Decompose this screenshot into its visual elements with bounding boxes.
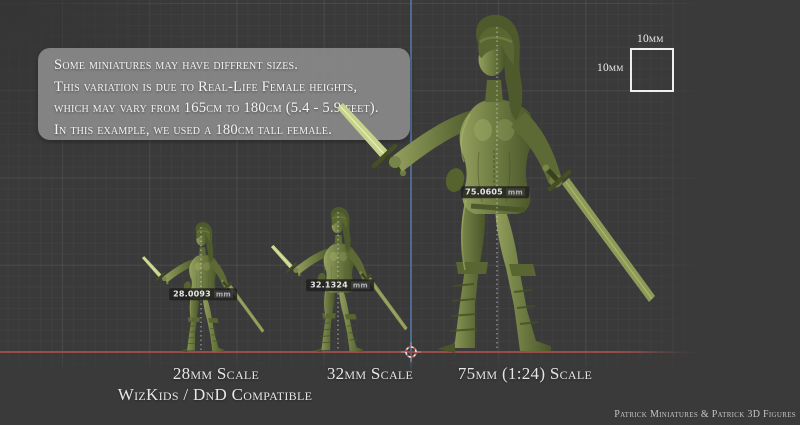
footer-credit: Patrick Miniatures & Patrick 3D Figures [614,409,796,420]
reference-square-10mm [630,48,674,92]
measurement-value-75mm: 75.0605 [465,187,503,196]
z-axis-line [410,0,412,380]
info-line-1: Some miniatures may have diffrent sizes. [54,55,396,77]
scale-label-32mm: 32mm Scale [327,364,413,384]
measurement-value-32mm: 32.1324 [310,280,348,289]
x-axis-line [0,351,700,353]
info-line-3: which may vary from 165cm to 180cm (5.4 … [54,98,396,120]
scale-label-75mm: 75mm (1:24) Scale [458,364,592,384]
measurement-unit-32mm: mm [351,281,370,289]
scale-sublabel-28mm: WizKids / DnD Compatible [118,385,312,405]
reference-square-height-label: 10mm [597,62,624,74]
viewport-3d[interactable]: Some miniatures may have diffrent sizes.… [0,0,800,425]
reference-square-width-label: 10mm [637,33,664,45]
measurement-unit-75mm: mm [506,188,525,196]
info-line-2: This variation is due to Real-Life Femal… [54,77,396,99]
info-box: Some miniatures may have diffrent sizes.… [38,48,410,140]
measurement-chip-75mm: 75.0605mm [461,186,529,198]
measurement-unit-28mm: mm [214,290,233,298]
measurement-chip-32mm: 32.1324mm [306,279,374,291]
measurement-chip-28mm: 28.0093mm [169,288,237,300]
scale-label-28mm: 28mm Scale [173,364,259,384]
info-line-4: In this example, we used a 180cm tall fe… [54,120,396,142]
measurement-value-28mm: 28.0093 [173,289,211,298]
